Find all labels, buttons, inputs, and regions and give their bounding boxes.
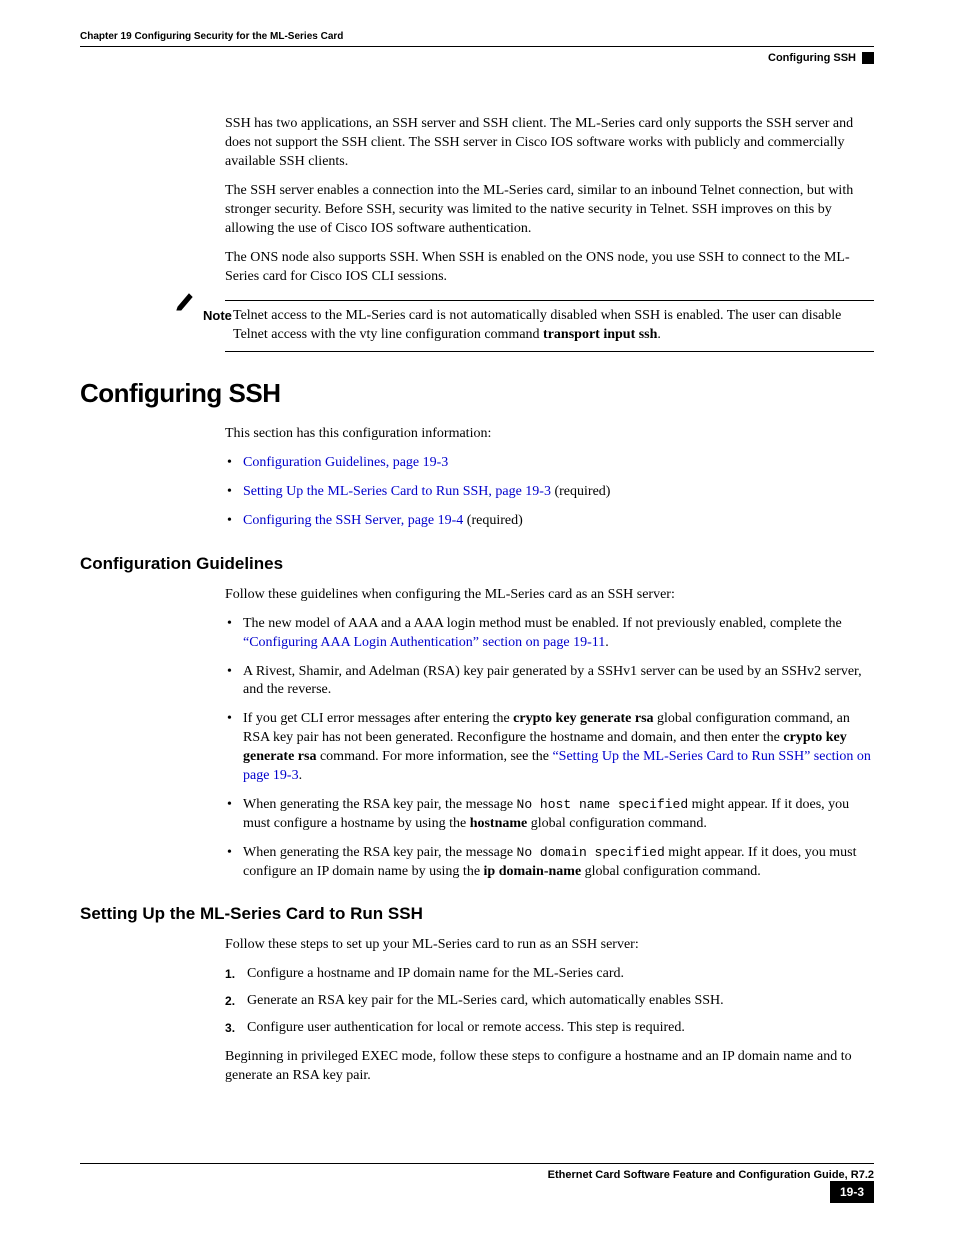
section-header-row: Configuring SSH bbox=[80, 51, 874, 66]
list-item: When generating the RSA key pair, the me… bbox=[225, 844, 874, 882]
running-header: Chapter 19 Configuring Security for the … bbox=[80, 30, 874, 47]
heading-configuring-ssh: Configuring SSH bbox=[80, 376, 874, 411]
link-aaa-auth[interactable]: “Configuring AAA Login Authentication” s… bbox=[243, 635, 605, 650]
intro-paragraph-1: SSH has two applications, an SSH server … bbox=[225, 115, 874, 172]
list-item: A Rivest, Shamir, and Adelman (RSA) key … bbox=[225, 663, 874, 701]
toc-item: Configuring the SSH Server, page 19-4 (r… bbox=[225, 512, 874, 531]
link-configuring-ssh-server[interactable]: Configuring the SSH Server, page 19-4 bbox=[243, 513, 463, 528]
footer: Ethernet Card Software Feature and Confi… bbox=[80, 1163, 874, 1203]
intro-paragraph-2: The SSH server enables a connection into… bbox=[225, 182, 874, 239]
link-setting-up-ssh[interactable]: Setting Up the ML-Series Card to Run SSH… bbox=[243, 484, 551, 499]
sec-intro: This section has this configuration info… bbox=[225, 425, 874, 444]
setup-outro: Beginning in privileged EXEC mode, follo… bbox=[225, 1048, 874, 1086]
toc-item: Setting Up the ML-Series Card to Run SSH… bbox=[225, 483, 874, 502]
step-item: Configure a hostname and IP domain name … bbox=[225, 965, 874, 984]
step-item: Configure user authentication for local … bbox=[225, 1019, 874, 1038]
page-number: 19-3 bbox=[830, 1181, 874, 1203]
link-config-guidelines[interactable]: Configuration Guidelines, page 19-3 bbox=[243, 455, 448, 470]
heading-setting-up-ssh: Setting Up the ML-Series Card to Run SSH bbox=[80, 903, 874, 926]
chapter-label: Chapter 19 Configuring Security for the … bbox=[80, 30, 343, 44]
heading-config-guidelines: Configuration Guidelines bbox=[80, 553, 874, 576]
toc-list: Configuration Guidelines, page 19-3 Sett… bbox=[225, 454, 874, 531]
note-text: Telnet access to the ML-Series card is n… bbox=[233, 307, 874, 345]
setup-intro: Follow these steps to set up your ML-Ser… bbox=[225, 936, 874, 955]
list-item: If you get CLI error messages after ente… bbox=[225, 710, 874, 786]
toc-item: Configuration Guidelines, page 19-3 bbox=[225, 454, 874, 473]
setup-steps: Configure a hostname and IP domain name … bbox=[225, 965, 874, 1038]
list-item: The new model of AAA and a AAA login met… bbox=[225, 615, 874, 653]
intro-paragraph-3: The ONS node also supports SSH. When SSH… bbox=[225, 249, 874, 287]
section-label: Configuring SSH bbox=[768, 51, 856, 66]
pencil-icon bbox=[175, 291, 197, 311]
note-label: Note bbox=[203, 307, 233, 325]
step-item: Generate an RSA key pair for the ML-Seri… bbox=[225, 992, 874, 1011]
note-block: Note Telnet access to the ML-Series card… bbox=[175, 300, 874, 352]
guidelines-intro: Follow these guidelines when configuring… bbox=[225, 586, 874, 605]
list-item: When generating the RSA key pair, the me… bbox=[225, 796, 874, 834]
footer-title: Ethernet Card Software Feature and Confi… bbox=[80, 1168, 874, 1183]
header-marker-icon bbox=[862, 52, 874, 64]
guidelines-list: The new model of AAA and a AAA login met… bbox=[225, 615, 874, 882]
